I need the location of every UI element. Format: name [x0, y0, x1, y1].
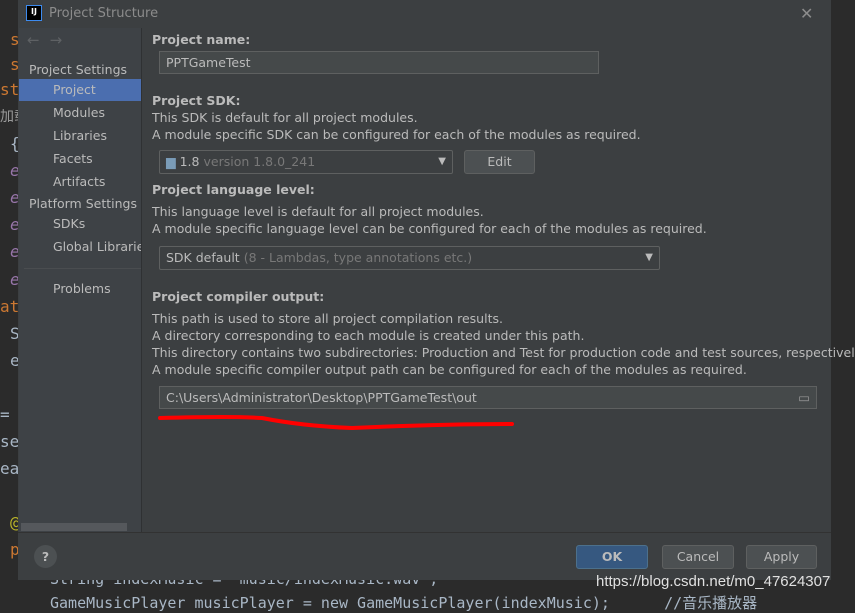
close-icon[interactable]: ✕ [800, 4, 813, 23]
app-icon-text: IJ [31, 7, 37, 16]
output-description: This path is used to store all project c… [152, 311, 503, 326]
red-underline-annotation [158, 415, 514, 431]
language-level-value: SDK default [166, 250, 240, 265]
output-description: This directory contains two subdirectori… [152, 345, 855, 360]
gutter-char: se [0, 432, 20, 451]
sdk-description: A module specific SDK can be configured … [152, 127, 641, 142]
back-arrow-icon[interactable]: ← [27, 31, 50, 49]
output-description: A module specific compiler output path c… [152, 362, 747, 377]
compiler-output-label: Project compiler output: [152, 289, 325, 304]
output-description: A directory corresponding to each module… [152, 328, 585, 343]
title-bar: IJ Project Structure ✕ [18, 0, 831, 28]
project-name-label: Project name: [152, 32, 251, 47]
gutter-char: = [0, 405, 10, 424]
forward-arrow-icon[interactable]: → [50, 31, 73, 49]
help-button[interactable]: ? [34, 545, 57, 568]
gutter-char: ea [0, 459, 20, 478]
apply-button[interactable]: Apply [746, 545, 817, 569]
nav-arrows: ←→ [27, 31, 72, 49]
language-description: This language level is default for all p… [152, 204, 484, 219]
chevron-down-icon: ▼ [438, 156, 446, 167]
sdk-version: version 1.8.0_241 [203, 154, 316, 169]
group-project-settings: Project Settings [29, 62, 128, 77]
intellij-logo-icon: IJ [26, 5, 42, 21]
dialog-title: Project Structure [49, 6, 159, 21]
folder-icon: ▆ [166, 154, 176, 169]
compiler-output-path: C:\Users\Administrator\Desktop\PPTGameTe… [166, 390, 477, 405]
sdk-dropdown[interactable]: ▆ 1.8 version 1.8.0_241 ▼ [159, 150, 453, 174]
group-platform-settings: Platform Settings [29, 196, 137, 211]
gutter-char: st [0, 80, 20, 99]
horizontal-scrollbar[interactable] [21, 523, 127, 531]
watermark: https://blog.csdn.net/m0_47624307 [596, 573, 831, 590]
sdk-description: This SDK is default for all project modu… [152, 110, 418, 125]
cancel-button[interactable]: Cancel [662, 545, 734, 569]
sidebar-item-project[interactable]: Project [19, 79, 141, 101]
edit-sdk-button[interactable]: Edit [464, 150, 535, 174]
project-settings-panel: Project name: PPTGameTest Project SDK: T… [142, 28, 855, 532]
sidebar-item-modules[interactable]: Modules [19, 102, 141, 124]
sidebar-item-sdks[interactable]: SDKs [19, 213, 141, 235]
chevron-down-icon: ▼ [645, 252, 653, 263]
language-level-label: Project language level: [152, 182, 315, 197]
browse-folder-icon[interactable]: ▭ [798, 387, 810, 408]
project-name-input[interactable]: PPTGameTest [159, 51, 599, 74]
language-description: A module specific language level can be … [152, 221, 707, 236]
sidebar-item-facets[interactable]: Facets [19, 148, 141, 170]
sidebar-item-libraries[interactable]: Libraries [19, 125, 141, 147]
gutter-char: at [0, 297, 20, 316]
language-level-detail: (8 - Lambdas, type annotations etc.) [243, 250, 473, 265]
language-level-dropdown[interactable]: SDK default (8 - Lambdas, type annotatio… [159, 246, 660, 270]
sidebar-item-global-libraries[interactable]: Global Libraries [19, 236, 141, 258]
sdk-value: 1.8 [179, 154, 200, 169]
divider [24, 268, 141, 269]
code-line: GameMusicPlayer musicPlayer = new GameMu… [50, 594, 758, 612]
compiler-output-input[interactable]: C:\Users\Administrator\Desktop\PPTGameTe… [159, 386, 817, 409]
sidebar: ←→ Project Settings Project Modules Libr… [19, 28, 141, 532]
project-structure-dialog: IJ Project Structure ✕ ←→ Project Settin… [18, 0, 855, 580]
project-sdk-label: Project SDK: [152, 93, 241, 108]
ok-button[interactable]: OK [576, 545, 648, 569]
sidebar-item-artifacts[interactable]: Artifacts [19, 171, 141, 193]
sidebar-item-problems[interactable]: Problems [19, 278, 141, 300]
